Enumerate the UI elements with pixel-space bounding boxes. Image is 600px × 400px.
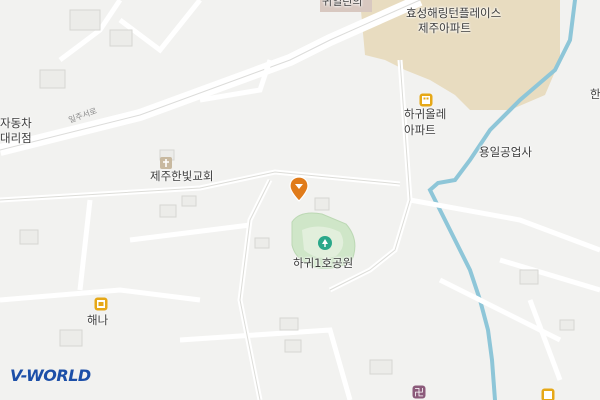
top-building-label: 귀일린의 <box>322 0 363 8</box>
apartment-hagwi-label-line2: 아파트 <box>404 123 436 137</box>
store-label: 해나 <box>87 313 109 327</box>
apartment-icon[interactable] <box>419 93 433 107</box>
store-icon[interactable] <box>94 297 108 311</box>
vworld-logo: V-WORLD <box>10 366 91 385</box>
factory-label: 용일공업사 <box>479 145 532 159</box>
temple-icon[interactable]: 卍 <box>412 385 426 399</box>
svg-text:卍: 卍 <box>414 387 424 399</box>
apartment-icon-bottom[interactable] <box>541 388 555 400</box>
park-icon[interactable] <box>318 236 332 250</box>
apartment-hyosung-label-line1: 효성해링턴플레이스 <box>406 6 502 20</box>
park-label: 하귀1호공원 <box>293 256 354 270</box>
left-label-line1: 자동차 <box>0 116 32 130</box>
location-pin-icon[interactable] <box>289 176 309 202</box>
apartment-hyosung-label-line2: 제주아파트 <box>418 21 471 35</box>
map-canvas[interactable]: 귀일린의 효성해링턴플레이스 제주아파트 하귀올레 아파트 용일공업사 제주한빛… <box>0 0 600 400</box>
apartment-hagwi-label-line1: 하귀올레 <box>404 107 447 121</box>
church-label: 제주한빛교회 <box>150 169 214 183</box>
right-edge-label: 한 <box>590 87 600 101</box>
left-label-line2: 대리점 <box>0 131 32 145</box>
church-icon[interactable] <box>160 157 172 169</box>
